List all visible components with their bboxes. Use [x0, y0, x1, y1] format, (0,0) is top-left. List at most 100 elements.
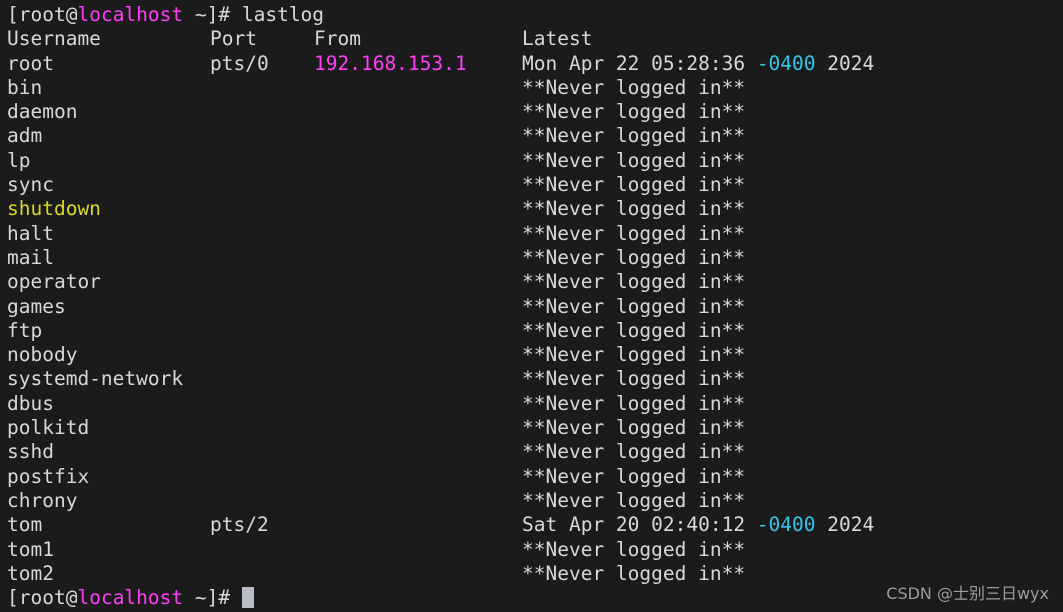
- cell-username: tom1: [7, 537, 54, 561]
- table-row: halt **Never logged in**: [0, 222, 1063, 246]
- final-prompt-path: ~: [183, 586, 207, 610]
- table-row: polkitd **Never logged in**: [0, 416, 1063, 440]
- cell-latest: **Never logged in**: [522, 343, 745, 367]
- cell-username: mail: [7, 245, 54, 269]
- never-logged-in-text: **Never logged in**: [522, 173, 746, 197]
- prompt-at-symbol: @: [65, 3, 78, 26]
- table-row: systemd-network **Never logged in**: [0, 367, 1063, 391]
- prompt-path: ~: [183, 3, 207, 26]
- cell-latest: **Never logged in**: [522, 392, 745, 416]
- never-logged-in-text: **Never logged in**: [522, 197, 746, 221]
- cell-username: daemon: [7, 100, 78, 124]
- cell-username: polkitd: [7, 416, 90, 440]
- cell-port: pts/2: [210, 513, 269, 537]
- table-row: tom1 **Never logged in**: [0, 538, 1063, 562]
- never-logged-in-text: **Never logged in**: [522, 318, 746, 342]
- cell-latest: **Never logged in**: [522, 76, 745, 100]
- latest-year: 2024: [815, 513, 875, 537]
- cell-latest: **Never logged in**: [522, 319, 745, 343]
- cell-latest: **Never logged in**: [522, 149, 745, 173]
- never-logged-in-text: **Never logged in**: [522, 221, 746, 245]
- column-header-from: From: [314, 27, 361, 51]
- latest-year: 2024: [815, 51, 875, 75]
- latest-datetime: Sat Apr 20 02:40:12: [522, 513, 757, 537]
- never-logged-in-text: **Never logged in**: [522, 245, 746, 269]
- never-logged-in-text: **Never logged in**: [522, 561, 746, 585]
- cell-username: nobody: [7, 343, 78, 367]
- cell-username: root: [7, 51, 54, 75]
- final-prompt-bracket-open: [: [7, 586, 19, 610]
- cell-latest: **Never logged in**: [522, 222, 745, 246]
- prompt-hostname: localhost: [77, 3, 184, 26]
- table-row: shutdown **Never logged in**: [0, 197, 1063, 221]
- latest-datetime: Mon Apr 22 05:28:36: [522, 51, 757, 75]
- typed-command: lastlog: [241, 3, 325, 26]
- cell-latest: **Never logged in**: [522, 100, 745, 124]
- cell-username: systemd-network: [7, 367, 184, 391]
- cell-username: tom: [7, 513, 43, 537]
- cell-latest: **Never logged in**: [522, 489, 745, 513]
- final-prompt-user: root: [18, 586, 66, 610]
- cell-username: sync: [7, 173, 54, 197]
- latest-timezone: -0400: [756, 51, 816, 75]
- cell-latest: Mon Apr 22 05:28:36 -0400 2024: [522, 52, 874, 76]
- never-logged-in-text: **Never logged in**: [522, 416, 746, 440]
- never-logged-in-text: **Never logged in**: [522, 148, 746, 172]
- table-row: operator **Never logged in**: [0, 270, 1063, 294]
- cell-username: operator: [7, 270, 101, 294]
- table-row: daemon **Never logged in**: [0, 100, 1063, 124]
- terminal-window[interactable]: [root@localhost ~]# lastlog Username Por…: [0, 0, 1063, 612]
- cell-latest: **Never logged in**: [522, 538, 745, 562]
- final-prompt-at-symbol: @: [65, 586, 78, 610]
- never-logged-in-text: **Never logged in**: [522, 440, 746, 464]
- cell-username: dbus: [7, 391, 54, 415]
- prompt-bracket-close: ]: [206, 3, 219, 26]
- prompt-user: root: [18, 3, 66, 26]
- cell-username: sshd: [7, 440, 54, 464]
- never-logged-in-text: **Never logged in**: [522, 270, 746, 294]
- cell-username: ftp: [7, 318, 43, 342]
- cell-latest: Sat Apr 20 02:40:12 -0400 2024: [522, 513, 874, 537]
- prompt-bracket-open: [: [7, 3, 19, 26]
- never-logged-in-text: **Never logged in**: [522, 100, 746, 124]
- never-logged-in-text: **Never logged in**: [522, 343, 746, 367]
- cell-latest: **Never logged in**: [522, 367, 745, 391]
- never-logged-in-text: **Never logged in**: [522, 367, 746, 391]
- cell-latest: **Never logged in**: [522, 173, 745, 197]
- cell-latest: **Never logged in**: [522, 246, 745, 270]
- table-row: bin **Never logged in**: [0, 76, 1063, 100]
- table-row: ftp **Never logged in**: [0, 319, 1063, 343]
- final-prompt-bracket-close: ]: [206, 586, 219, 610]
- table-row: nobody **Never logged in**: [0, 343, 1063, 367]
- watermark-label: CSDN @士别三日wyx: [886, 584, 1049, 603]
- cell-from-ip: 192.168.153.1: [314, 51, 467, 75]
- cell-latest: **Never logged in**: [522, 562, 745, 586]
- cell-username: chrony: [7, 488, 78, 512]
- cell-username: postfix: [7, 464, 90, 488]
- table-row: dbus **Never logged in**: [0, 392, 1063, 416]
- column-header-port: Port: [210, 27, 257, 51]
- prompt-sigil: #: [218, 3, 242, 26]
- table-row: chrony **Never logged in**: [0, 489, 1063, 513]
- cell-username: shutdown: [7, 197, 101, 221]
- table-row: mail **Never logged in**: [0, 246, 1063, 270]
- table-row: sshd **Never logged in**: [0, 440, 1063, 464]
- lastlog-rows: root pts/0 192.168.153.1 Mon Apr 22 05:28:3…: [0, 52, 1063, 587]
- cell-latest: **Never logged in**: [522, 124, 745, 148]
- cell-username: halt: [7, 221, 54, 245]
- cell-username: adm: [7, 124, 43, 148]
- cell-username: tom2: [7, 561, 54, 585]
- cell-username: lp: [7, 148, 31, 172]
- table-row: root pts/0 192.168.153.1 Mon Apr 22 05:28:3…: [0, 52, 1063, 76]
- never-logged-in-text: **Never logged in**: [522, 391, 746, 415]
- cell-latest: **Never logged in**: [522, 416, 745, 440]
- table-row: adm **Never logged in**: [0, 124, 1063, 148]
- cell-latest: **Never logged in**: [522, 440, 745, 464]
- final-prompt-sigil: #: [218, 586, 242, 610]
- cell-port: pts/0: [210, 51, 269, 75]
- table-header-row: Username Port From Latest: [0, 27, 1063, 51]
- cell-username: games: [7, 294, 66, 318]
- final-prompt-hostname: localhost: [77, 586, 184, 610]
- table-row: postfix **Never logged in**: [0, 465, 1063, 489]
- table-row: lp **Never logged in**: [0, 149, 1063, 173]
